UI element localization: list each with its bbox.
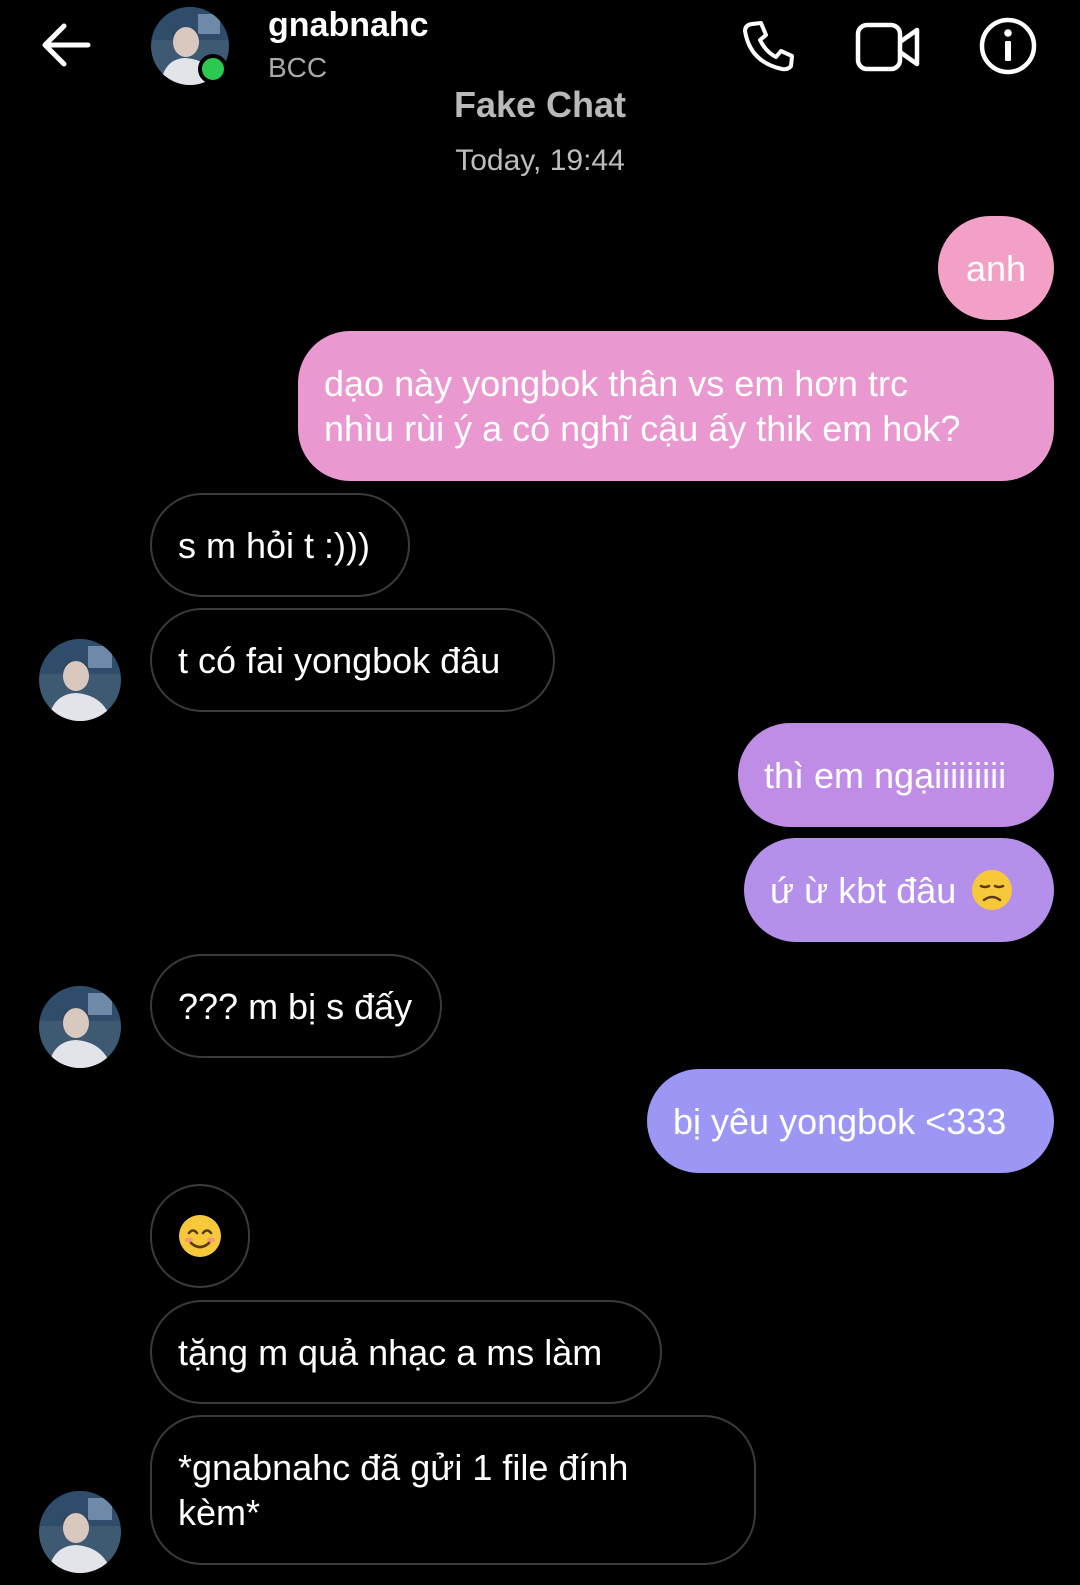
- sent-message[interactable]: ứ ừ kbt đâu: [744, 838, 1054, 942]
- sender-avatar[interactable]: [38, 638, 122, 722]
- sender-avatar[interactable]: [38, 985, 122, 1069]
- arrow-left-icon[interactable]: [38, 20, 94, 70]
- received-message[interactable]: ??? m bị s đấy: [150, 954, 442, 1058]
- message-text: tặng m quả nhạc a ms làm: [178, 1331, 603, 1373]
- message-text: t có fai yongbok đâu: [178, 639, 501, 681]
- received-message[interactable]: *gnabnahc đã gửi 1 file đính kèm*: [150, 1415, 756, 1565]
- message-text: thì em ngạiiiiiiiii: [764, 754, 1007, 796]
- received-message[interactable]: s m hỏi t :))): [150, 493, 410, 597]
- sender-avatar[interactable]: [38, 1490, 122, 1574]
- received-message[interactable]: [150, 1184, 250, 1288]
- message-text: ứ ừ kbt đâu: [770, 869, 957, 911]
- message-text: bị yêu yongbok <333: [673, 1100, 1007, 1142]
- sent-message[interactable]: dạo này yongbok thân vs em hơn trc nhìu …: [298, 331, 1054, 481]
- disappointed-face-icon: [972, 870, 1013, 910]
- video-camera-icon[interactable]: [855, 20, 921, 74]
- smiling-face-icon: [179, 1215, 221, 1257]
- chat-title: Fake Chat: [453, 84, 627, 125]
- sent-message[interactable]: thì em ngạiiiiiiiii: [738, 723, 1054, 827]
- message-text: ??? m bị s đấy: [178, 985, 413, 1027]
- message-text: dạo này yongbok thân vs em hơn trc nhìu …: [324, 363, 961, 449]
- sent-message[interactable]: anh: [938, 216, 1054, 320]
- received-message[interactable]: t có fai yongbok đâu: [150, 608, 555, 712]
- info-icon[interactable]: [978, 16, 1038, 76]
- received-message[interactable]: tặng m quả nhạc a ms làm: [150, 1300, 662, 1404]
- online-status-indicator: [198, 54, 228, 84]
- chat-screen: gnabnahc BCC Fake Chat Today, 19:44 anh …: [0, 0, 1080, 1585]
- chat-timestamp: Today, 19:44: [455, 144, 625, 177]
- sent-message[interactable]: bị yêu yongbok <333: [647, 1069, 1054, 1173]
- contact-name[interactable]: gnabnahc: [268, 6, 429, 45]
- message-text: s m hỏi t :))): [178, 524, 371, 566]
- message-text: *gnabnahc đã gửi 1 file đính kèm*: [178, 1447, 629, 1533]
- phone-icon[interactable]: [740, 18, 796, 74]
- contact-subtitle: BCC: [268, 52, 328, 83]
- message-text: anh: [965, 247, 1027, 289]
